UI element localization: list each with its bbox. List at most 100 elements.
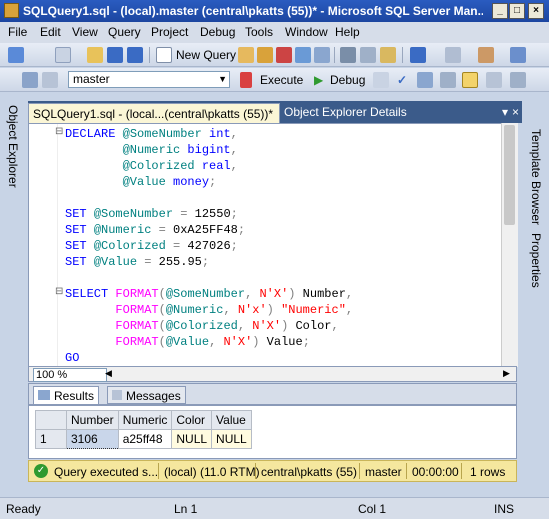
close-tab-icon[interactable]: × (512, 105, 519, 119)
menu-debug[interactable]: Debug (200, 25, 235, 39)
database-select-value: master (73, 72, 110, 86)
table-cell[interactable]: 3106 (66, 429, 119, 449)
table-cell[interactable]: NULL (211, 429, 252, 449)
new-query-icon[interactable] (156, 47, 172, 63)
grid-icon (38, 390, 50, 400)
save-icon[interactable] (107, 47, 123, 63)
table-cell[interactable]: a25ff48 (117, 429, 173, 449)
new-project-icon[interactable] (8, 47, 24, 63)
query-options-icon[interactable] (440, 72, 456, 88)
menu-help[interactable]: Help (335, 25, 360, 39)
dmx-query-icon[interactable] (257, 47, 273, 63)
navigate-back-icon[interactable] (478, 47, 494, 63)
column-header[interactable]: Color (171, 410, 213, 430)
table-row[interactable]: 1 3106 a25ff48 NULL NULL (35, 429, 252, 449)
database-select[interactable]: master ▼ (68, 71, 230, 88)
menu-window[interactable]: Window (285, 25, 328, 39)
scroll-thumb[interactable] (504, 125, 515, 225)
menu-project[interactable]: Project (151, 25, 188, 39)
menu-file[interactable]: File (8, 25, 27, 39)
menu-view[interactable]: View (72, 25, 98, 39)
new-query-button[interactable]: New Query (176, 48, 236, 62)
collapse-select-icon[interactable]: ⊟ (55, 286, 63, 297)
window-title: SQLQuery1.sql - (local).master (central\… (23, 4, 483, 18)
row-header[interactable] (35, 410, 67, 430)
scroll-left-icon[interactable]: ◀ (105, 368, 112, 379)
debug-button[interactable]: Debug (330, 73, 365, 87)
column-header[interactable]: Value (211, 410, 252, 430)
tab-results[interactable]: Results (33, 386, 100, 404)
menu-tools[interactable]: Tools (245, 25, 273, 39)
analysis-query-icon[interactable] (314, 47, 330, 63)
ssms-window: SQLQuery1.sql - (local).master (central\… (0, 0, 549, 519)
execute-icon[interactable] (240, 72, 252, 88)
debug-play-icon[interactable]: ▶ (314, 73, 323, 87)
properties-side-tab[interactable]: Properties (529, 233, 543, 288)
scroll-right-icon[interactable]: ▶ (503, 368, 510, 379)
user-info: central\pkatts (55) (261, 465, 358, 479)
sql-code: DECLARE @SomeNumber int, @Numeric bigint… (65, 127, 354, 365)
connect-icon[interactable] (22, 72, 38, 88)
tab-messages[interactable]: Messages (107, 386, 186, 404)
column-header[interactable]: Number (66, 410, 119, 430)
minimize-button[interactable]: _ (492, 3, 508, 19)
row-number[interactable]: 1 (35, 429, 67, 449)
editor-horizontal-scrollbar[interactable]: 100 % ◀ ▶ (28, 366, 517, 382)
query-status-message: Query executed s... (54, 465, 159, 479)
status-ready: Ready (6, 502, 41, 516)
title-bar[interactable]: SQLQuery1.sql - (local).master (central\… (0, 0, 549, 22)
add-item-icon[interactable] (55, 47, 71, 63)
status-column: Col 1 (358, 502, 387, 516)
template-browser-side-tab[interactable]: Template Browser (529, 129, 543, 225)
copy-icon[interactable] (360, 47, 376, 63)
collapse-declare-icon[interactable]: ⊟ (55, 126, 63, 137)
messages-icon (112, 390, 122, 400)
close-button[interactable]: × (528, 3, 544, 19)
cancel-query-icon[interactable] (373, 72, 389, 88)
results-table: Number Numeric Color Value 1 3106 a25ff4… (35, 410, 252, 449)
maximize-button[interactable]: □ (509, 3, 525, 19)
status-insert-mode: INS (494, 502, 515, 516)
tab-sqlquery1[interactable]: SQLQuery1.sql - (local...(central\pkatts… (28, 103, 280, 123)
xmla-query-icon[interactable] (276, 47, 292, 63)
undo-icon[interactable] (410, 47, 426, 63)
editor-gutter: ⊟ ⊟ (29, 124, 63, 366)
results-to-file-icon[interactable] (510, 72, 526, 88)
tab-object-explorer-details[interactable]: Object Explorer Details (284, 105, 407, 119)
server-info: (local) (11.0 RTM) (164, 465, 260, 479)
database-info: master (365, 465, 402, 479)
row-count: 1 rows (470, 465, 506, 479)
editor-vertical-scrollbar[interactable] (501, 123, 518, 367)
chevron-down-icon: ▼ (218, 74, 227, 84)
results-to-grid-icon[interactable] (462, 72, 478, 88)
left-dock: Object Explorer (0, 101, 26, 495)
results-grid[interactable]: Number Numeric Color Value 1 3106 a25ff4… (28, 405, 517, 459)
parse-check-icon[interactable]: ✓ (397, 73, 407, 87)
dax-query-icon[interactable] (295, 47, 311, 63)
standard-toolbar: New Query (0, 43, 549, 67)
object-explorer-side-tab[interactable]: Object Explorer (6, 105, 20, 188)
status-line: Ln 1 (174, 502, 198, 516)
app-icon[interactable] (4, 3, 19, 18)
column-header[interactable]: Numeric (117, 410, 173, 430)
redo-icon[interactable] (445, 47, 461, 63)
paste-icon[interactable] (380, 47, 396, 63)
menu-edit[interactable]: Edit (40, 25, 61, 39)
display-plan-icon[interactable] (417, 72, 433, 88)
query-editor[interactable]: ⊟ ⊟ DECLARE @SomeNumber int, @Numeric bi… (28, 123, 517, 367)
menu-bar: File Edit View Query Project Debug Tools… (0, 22, 549, 43)
change-connection-icon[interactable] (42, 72, 58, 88)
results-to-text-icon[interactable] (486, 72, 502, 88)
save-all-icon[interactable] (127, 47, 143, 63)
mdx-query-icon[interactable] (238, 47, 254, 63)
cut-icon[interactable] (340, 47, 356, 63)
find-icon[interactable] (510, 47, 526, 63)
zoom-select[interactable]: 100 % (33, 368, 107, 382)
table-cell[interactable]: NULL (171, 429, 213, 449)
status-bar: Ready Ln 1 Col 1 INS (0, 497, 549, 519)
menu-query[interactable]: Query (108, 25, 141, 39)
open-folder-icon[interactable] (87, 47, 103, 63)
execute-button[interactable]: Execute (260, 73, 303, 87)
tab-list-icon[interactable]: ▾ (502, 105, 508, 119)
right-dock: Template Browser Properties (523, 101, 549, 495)
